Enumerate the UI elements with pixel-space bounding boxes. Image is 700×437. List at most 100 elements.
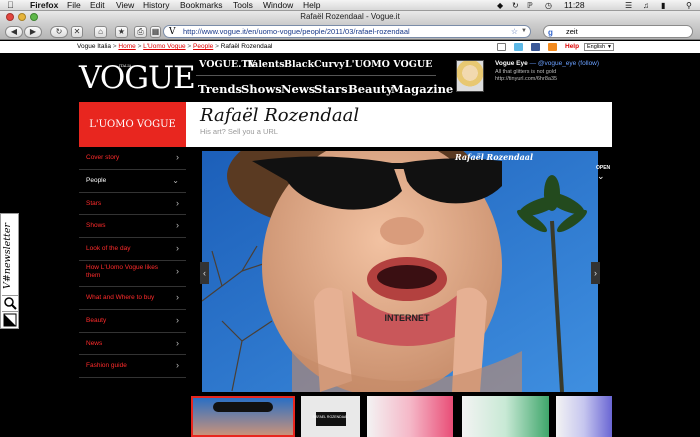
battery-icon[interactable]: ▮ — [661, 0, 665, 11]
newsletter-label[interactable]: V#newsletter — [2, 220, 19, 292]
sidebar-item-news[interactable]: News › — [79, 333, 186, 356]
stop-icon: ✕ — [73, 27, 81, 36]
gallery-thumbnail-1[interactable] — [191, 396, 295, 437]
bookmark-star-icon[interactable]: ☆ — [511, 26, 518, 37]
search-icon[interactable] — [2, 295, 18, 310]
vogue-logo[interactable]: VOGUE — [79, 60, 196, 96]
section-label[interactable]: L'UOMO VOGUE — [79, 102, 186, 147]
url-text[interactable]: http://www.vogue.it/en/uomo-vogue/people… — [183, 27, 410, 36]
twitter-icon[interactable] — [514, 43, 523, 51]
open-chevron-icon[interactable]: ⌄ — [597, 171, 605, 182]
sidebar-item-label: How L'Uomo Vogue likes them — [86, 263, 159, 279]
gallery-thumbnail-5[interactable] — [556, 396, 612, 437]
nav-trends[interactable]: Trends — [198, 82, 242, 96]
gallery-thumbnail-4[interactable] — [462, 396, 549, 437]
gallery-prev-button[interactable]: ‹ — [200, 262, 209, 284]
sidebar-item-people[interactable]: People ⌄ — [79, 170, 186, 193]
spotlight-icon[interactable]: ⚲ — [686, 0, 692, 11]
menu-app-name[interactable]: Firefox — [30, 0, 58, 11]
sidebar-item-beauty[interactable]: Beauty › — [79, 310, 186, 333]
gallery-main-image[interactable]: INTERNET — [202, 151, 598, 392]
mail-icon[interactable] — [497, 43, 506, 51]
breadcrumb-uomo-link[interactable]: L'Uomo Vogue — [143, 43, 185, 50]
url-bar[interactable]: V http://www.vogue.it/en/uomo-vogue/peop… — [163, 25, 531, 38]
gallery-thumbnail-3[interactable] — [367, 396, 453, 437]
bookmark-toolbar-button[interactable]: ★ — [115, 26, 128, 38]
url-dropdown-icon[interactable]: ▼ — [521, 26, 527, 37]
print-button[interactable]: ⎙ — [134, 26, 147, 38]
menu-tools[interactable]: Tools — [233, 0, 253, 11]
sidebar-item-label: Beauty — [86, 316, 107, 324]
stop-button[interactable]: ✕ — [71, 26, 83, 38]
nav-uomo-vogue[interactable]: L'UOMO VOGUE — [345, 59, 432, 70]
vogue-eye-text: All that glitters is not gold http://tin… — [495, 69, 558, 82]
vogue-eye-handle-link[interactable]: — @vogue_eye (follow) — [530, 60, 599, 67]
newsletter-tab[interactable]: V#newsletter — [0, 213, 19, 329]
help-link[interactable]: Help — [565, 41, 579, 53]
window-title: Rafaël Rozendaal - Vogue.it — [300, 12, 400, 21]
language-select[interactable]: English ▼ — [584, 43, 614, 51]
bluetooth-icon[interactable]: ℙ — [527, 0, 533, 11]
gallery-next-button[interactable]: › — [591, 262, 600, 284]
nav-magazine[interactable]: Magazine — [391, 82, 453, 96]
apple-icon[interactable]:  — [7, 0, 14, 11]
contrast-icon[interactable] — [2, 311, 18, 327]
sidebar-item-label: What and Where to buy — [86, 293, 155, 301]
forward-button[interactable]: ▶ — [24, 26, 42, 38]
nav-curvy[interactable]: Curvy — [314, 59, 345, 70]
chevron-right-icon: › — [176, 152, 179, 162]
minimize-window-button[interactable] — [18, 13, 26, 21]
breadcrumb-site: Vogue Italia — [77, 43, 111, 50]
nav-news[interactable]: News — [281, 82, 315, 96]
facebook-icon[interactable] — [531, 43, 540, 51]
close-window-button[interactable] — [6, 13, 14, 21]
menu-bookmarks[interactable]: Bookmarks — [180, 0, 223, 11]
vogue-eye-avatar[interactable] — [456, 60, 484, 92]
menu-file[interactable]: File — [67, 0, 81, 11]
menu-help[interactable]: Help — [303, 0, 320, 11]
nav-beauty[interactable]: Beauty — [348, 82, 393, 96]
nav-stars[interactable]: Stars — [314, 82, 348, 96]
puzzle-icon: ▦ — [151, 27, 160, 36]
reload-button[interactable]: ↻ — [50, 26, 68, 38]
print-icon: ⎙ — [137, 27, 144, 36]
sidebar-item-label: Look of the day — [86, 245, 131, 253]
vogue-eye-label: Vogue Eye — [495, 60, 528, 67]
sidebar-item-look-of-the-day[interactable]: Look of the day › — [79, 238, 186, 261]
google-icon[interactable]: g — [548, 27, 553, 38]
search-input[interactable]: g zeit — [543, 25, 693, 38]
sidebar-item-what-where-to-buy[interactable]: What and Where to buy › — [79, 287, 186, 310]
menu-view[interactable]: View — [116, 0, 134, 11]
menubar-clock[interactable]: 11:28 — [564, 0, 585, 11]
sidebar-item-shows[interactable]: Shows › — [79, 215, 186, 239]
back-arrow-icon: ◀ — [10, 27, 18, 36]
home-button[interactable]: ⌂ — [94, 26, 107, 38]
dropbox-icon[interactable]: ◆ — [497, 0, 503, 11]
search-value[interactable]: zeit — [566, 27, 578, 36]
extension-button[interactable]: ▦ — [150, 26, 161, 38]
sidebar-item-stars[interactable]: Stars › — [79, 193, 186, 216]
zoom-window-button[interactable] — [30, 13, 38, 21]
breadcrumb-home-link[interactable]: Home — [118, 43, 135, 50]
vogue-favicon-icon: V — [169, 27, 176, 37]
wifi-icon[interactable]: ☰ — [625, 0, 632, 11]
chevron-right-icon: › — [176, 197, 179, 208]
rss-icon[interactable] — [548, 43, 557, 51]
portrait-photo: INTERNET — [202, 151, 598, 392]
gallery-thumbnail-2[interactable]: RAFAEL ROZENDAAL — [301, 396, 360, 437]
menu-window[interactable]: Window — [263, 0, 293, 11]
clock-icon[interactable]: ◷ — [545, 0, 552, 11]
sidebar-item-cover-story[interactable]: Cover story › — [79, 147, 186, 170]
nav-talents[interactable]: Talents — [246, 59, 285, 70]
breadcrumb-people-link[interactable]: People — [193, 43, 213, 50]
nav-shows[interactable]: Shows — [241, 82, 282, 96]
back-button[interactable]: ◀ — [5, 26, 23, 38]
sidebar-item-how-uomo-likes-them[interactable]: How L'Uomo Vogue likes them › — [79, 261, 186, 287]
menu-history[interactable]: History — [143, 0, 169, 11]
sync-icon[interactable]: ↻ — [512, 0, 519, 11]
sidebar-item-fashion-guide[interactable]: Fashion guide › — [79, 355, 186, 379]
volume-icon[interactable]: ♫ — [643, 0, 649, 11]
menu-edit[interactable]: Edit — [90, 0, 105, 11]
sidebar-item-label: People — [86, 176, 107, 184]
nav-black[interactable]: Black — [284, 59, 314, 70]
